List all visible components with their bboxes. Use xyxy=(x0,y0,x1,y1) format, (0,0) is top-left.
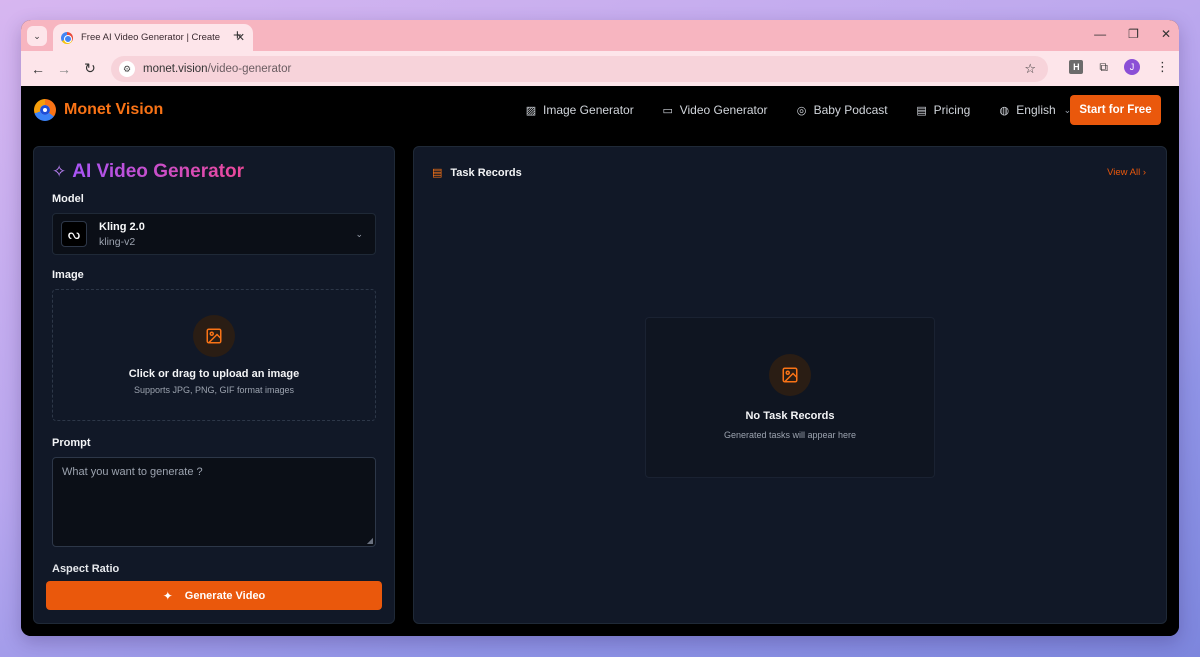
window-controls: — ❐ ✕ xyxy=(1094,27,1171,41)
resize-handle-icon[interactable]: ◢ xyxy=(367,536,373,545)
language-selector[interactable]: ◍ English ⌄ xyxy=(997,103,1071,117)
logo[interactable]: Monet Vision xyxy=(34,99,163,121)
browser-window: ⌄ Free AI Video Generator | Create ✕ + —… xyxy=(21,20,1179,636)
generate-button-label: Generate Video xyxy=(184,589,266,602)
image-label: Image xyxy=(52,269,84,281)
close-window-icon[interactable]: ✕ xyxy=(1161,27,1171,41)
back-icon[interactable]: ← xyxy=(25,61,51,77)
nav-item-label: Pricing xyxy=(933,103,971,117)
aspect-ratio-label: Aspect Ratio xyxy=(52,563,120,575)
generator-panel: ✧ AI Video Generator Model ᔓ Kling 2.0 k… xyxy=(33,146,395,624)
tab-strip: ⌄ Free AI Video Generator | Create ✕ + —… xyxy=(21,20,1179,51)
upload-hint: Supports JPG, PNG, GIF format images xyxy=(133,385,295,395)
empty-title: No Task Records xyxy=(745,410,835,422)
image-placeholder-icon xyxy=(769,354,811,396)
task-records-panel: ▤ Task Records View All › No Task Record… xyxy=(413,146,1167,624)
address-bar[interactable]: ⚙ monet.vision/video-generator ☆ xyxy=(111,56,1048,82)
chevron-down-icon: ⌄ xyxy=(355,228,363,239)
model-name: Kling 2.0 xyxy=(99,220,145,233)
restore-icon[interactable]: ❐ xyxy=(1128,27,1139,41)
image-icon: ▨ xyxy=(525,104,537,117)
extensions-puzzle-icon[interactable]: ⧉ xyxy=(1099,60,1108,75)
url-text: monet.vision/video-generator xyxy=(143,63,292,75)
prompt-placeholder: What you want to generate ? xyxy=(62,466,203,478)
prompt-textarea[interactable]: What you want to generate ? ◢ xyxy=(52,457,376,547)
page-title: AI Video Generator xyxy=(72,161,245,182)
upload-title: Click or drag to upload an image xyxy=(128,368,300,380)
nav-item-label: Baby Podcast xyxy=(813,103,888,117)
nav-item-baby-podcast[interactable]: ◎ Baby Podcast xyxy=(795,103,888,117)
nav-item-pricing[interactable]: ▤ Pricing xyxy=(915,103,971,117)
view-all-link[interactable]: View All › xyxy=(1107,167,1146,178)
task-records-title: Task Records xyxy=(450,166,522,179)
app-root: Monet Vision ▨ Image Generator ▭ Video G… xyxy=(21,86,1179,636)
language-label: English xyxy=(1016,103,1056,117)
generate-video-button[interactable]: ✦ Generate Video xyxy=(46,581,382,610)
prompt-label: Prompt xyxy=(52,437,91,449)
image-placeholder-icon xyxy=(193,315,235,357)
sparkles-icon: ✧ xyxy=(52,162,67,181)
task-records-header: ▤ Task Records xyxy=(432,166,522,180)
empty-subtitle: Generated tasks will appear here xyxy=(723,430,857,440)
new-tab-button[interactable]: + xyxy=(233,27,242,44)
forward-icon[interactable]: → xyxy=(51,61,77,77)
nav-item-image-generator[interactable]: ▨ Image Generator xyxy=(524,103,634,117)
nav-item-video-generator[interactable]: ▭ Video Generator xyxy=(661,103,768,117)
logo-icon xyxy=(34,99,56,121)
model-label: Model xyxy=(52,193,84,205)
empty-state: No Task Records Generated tasks will app… xyxy=(645,317,935,478)
nav-item-label: Video Generator xyxy=(679,103,768,117)
nav-item-label: Image Generator xyxy=(543,103,634,117)
toolbar-actions: H ⧉ J ⋮ xyxy=(1069,59,1169,75)
browser-tab[interactable]: Free AI Video Generator | Create ✕ xyxy=(53,24,253,51)
globe-icon: ◍ xyxy=(999,104,1010,117)
more-menu-icon[interactable]: ⋮ xyxy=(1156,59,1169,75)
top-nav: Monet Vision ▨ Image Generator ▭ Video G… xyxy=(21,86,1179,134)
bookmark-star-icon[interactable]: ☆ xyxy=(1024,61,1036,77)
generator-title: ✧ AI Video Generator xyxy=(52,161,244,183)
browser-toolbar: ← → ↻ ⚙ monet.vision/video-generator ☆ H… xyxy=(21,51,1179,86)
kling-logo-icon: ᔓ xyxy=(61,221,87,247)
tab-search-button[interactable]: ⌄ xyxy=(27,26,47,46)
start-free-button[interactable]: Start for Free xyxy=(1070,95,1161,125)
video-icon: ▭ xyxy=(662,104,673,117)
podcast-icon: ◎ xyxy=(796,104,807,117)
chevron-down-icon: ⌄ xyxy=(33,30,41,41)
minimize-icon[interactable]: — xyxy=(1094,27,1106,41)
tab-title: Free AI Video Generator | Create xyxy=(81,32,221,43)
sparkles-icon: ✦ xyxy=(162,588,173,603)
brand-name: Monet Vision xyxy=(64,101,164,118)
model-id: kling-v2 xyxy=(99,235,136,248)
image-upload-dropzone[interactable]: Click or drag to upload an image Support… xyxy=(52,289,376,421)
extension-icon[interactable]: H xyxy=(1069,60,1084,74)
site-info-icon[interactable]: ⚙ xyxy=(119,61,135,77)
reload-icon[interactable]: ↻ xyxy=(77,60,103,77)
model-select[interactable]: ᔓ Kling 2.0 kling-v2 ⌄ xyxy=(52,213,376,255)
clipboard-icon: ▤ xyxy=(432,167,443,179)
credit-card-icon: ▤ xyxy=(916,104,927,117)
favicon-icon xyxy=(61,31,73,44)
profile-avatar[interactable]: J xyxy=(1124,59,1140,75)
main-menu: ▨ Image Generator ▭ Video Generator ◎ Ba… xyxy=(524,86,1098,134)
model-text: Kling 2.0 kling-v2 xyxy=(99,221,145,248)
